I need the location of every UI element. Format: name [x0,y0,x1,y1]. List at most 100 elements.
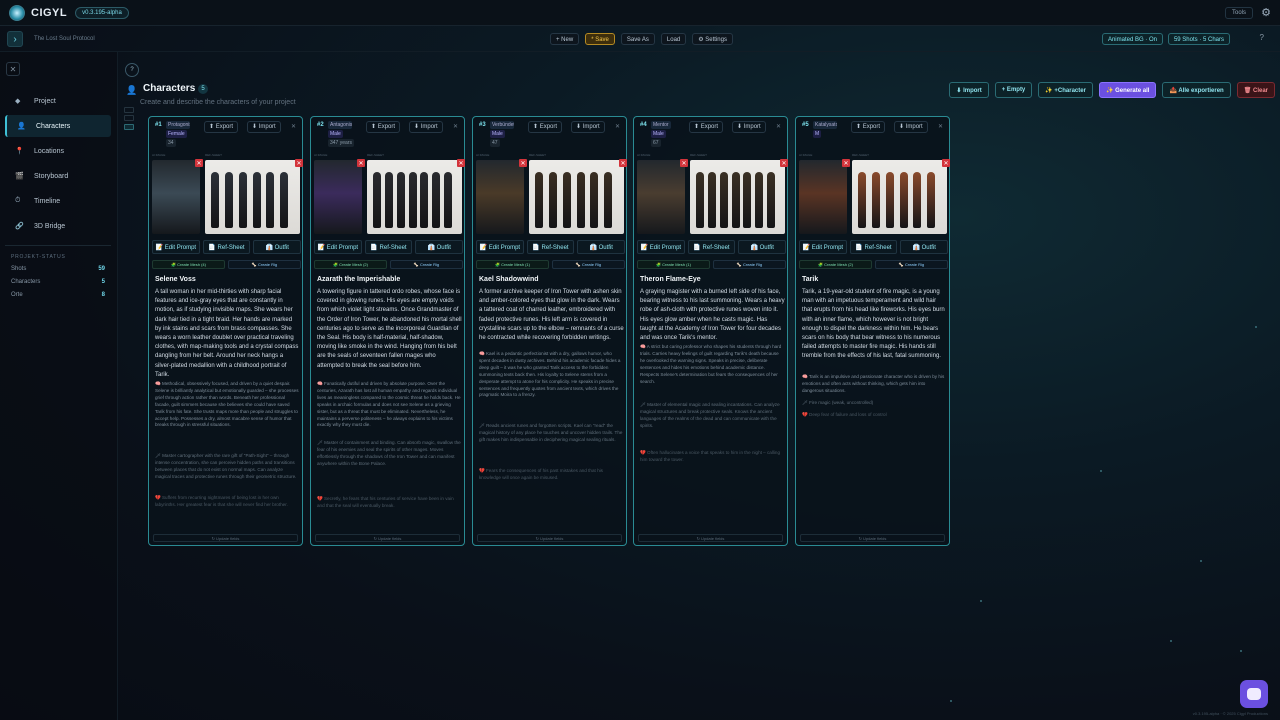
outfit-button[interactable]: 👔 Outfit [253,240,302,254]
edit-prompt-button[interactable]: 📝 Edit Prompt [637,240,685,254]
reference-sheet-image[interactable]: ✕ [852,159,950,234]
character-portrait[interactable]: ✕ [314,159,365,234]
delete-ref-icon[interactable]: ✕ [295,159,303,167]
age-badge[interactable]: 47 [490,139,500,147]
view-toggle-b[interactable] [124,115,134,121]
update-fields-button[interactable]: ↻ Update fields [477,534,622,542]
tools-button[interactable]: Tools [1224,7,1253,19]
role-badge[interactable]: Verbündeter [490,121,514,129]
reference-sheet-image[interactable]: ✕ [205,159,303,234]
outfit-button[interactable]: 👔 Outfit [738,240,787,254]
character-portrait[interactable]: ✕ [799,159,850,234]
save-button[interactable]: * Save [585,33,615,45]
create-rig-button[interactable]: 🦴 Create Rig [228,260,301,269]
import-button[interactable]: ⬇ Import [732,121,766,133]
settings-button[interactable]: ⚙ Settings [692,33,733,45]
character-portrait[interactable]: ✕ [476,159,527,234]
sidebar-item-storyboard[interactable]: 🎬 Storyboard [5,165,111,187]
animated-bg-toggle[interactable]: Animated BG · On [1101,33,1163,45]
edit-prompt-button[interactable]: 📝 Edit Prompt [152,240,200,254]
character-portrait[interactable]: ✕ [152,159,203,234]
role-badge[interactable]: Antagonist [328,121,352,129]
create-mesh-button[interactable]: 🧩 Create Mesh (2) [799,260,872,269]
create-mesh-button[interactable]: 🧩 Create Mesh (1) [637,260,710,269]
export-button[interactable]: ⬆ Export [366,121,401,133]
role-badge[interactable]: Mentor [651,121,671,129]
edit-prompt-button[interactable]: 📝 Edit Prompt [799,240,847,254]
outfit-button[interactable]: 👔 Outfit [900,240,949,254]
close-icon[interactable]: ✕ [938,123,943,130]
delete-image-icon[interactable]: ✕ [195,159,203,167]
role-badge[interactable]: Protagonist [166,121,190,129]
create-rig-button[interactable]: 🦴 Create Rig [552,260,625,269]
close-icon[interactable]: ✕ [453,123,458,130]
close-icon[interactable]: ✕ [776,123,781,130]
ref-sheet-button[interactable]: 📄 Ref-Sheet [364,240,413,254]
ref-sheet-button[interactable]: 📄 Ref-Sheet [526,240,575,254]
gender-badge[interactable]: M [813,130,822,138]
gender-badge[interactable]: Male [328,130,343,138]
delete-image-icon[interactable]: ✕ [357,159,365,167]
create-rig-button[interactable]: 🦴 Create Rig [875,260,948,269]
create-rig-button[interactable]: 🦴 Create Rig [390,260,463,269]
delete-image-icon[interactable]: ✕ [842,159,850,167]
role-badge[interactable]: Katalysator [813,121,837,129]
sidebar-item-characters[interactable]: 👤 Characters [5,115,111,137]
gear-icon[interactable]: ⚙ [1261,6,1271,19]
age-badge[interactable]: 67 [651,139,661,147]
view-toggle-c[interactable] [124,124,134,130]
delete-ref-icon[interactable]: ✕ [619,159,627,167]
age-badge[interactable]: 34 [166,139,176,147]
close-icon[interactable]: ✕ [615,123,620,130]
new-button[interactable]: + New [550,33,580,45]
delete-image-icon[interactable]: ✕ [519,159,527,167]
update-fields-button[interactable]: ↻ Update fields [315,534,460,542]
age-badge[interactable]: 347 years [328,139,354,147]
gender-badge[interactable]: Female [166,130,187,138]
import-button[interactable]: ⬇ Import [894,121,928,133]
update-fields-button[interactable]: ↻ Update fields [800,534,945,542]
sidebar-item-project[interactable]: ◆ Project [5,90,111,112]
create-mesh-button[interactable]: 🧩 Create Mesh (2) [314,260,387,269]
import-button[interactable]: ⬇ Import [247,121,281,133]
delete-image-icon[interactable]: ✕ [680,159,688,167]
outfit-button[interactable]: 👔 Outfit [415,240,464,254]
edit-prompt-button[interactable]: 📝 Edit Prompt [314,240,362,254]
update-fields-button[interactable]: ↻ Update fields [153,534,298,542]
export-button[interactable]: ⬆ Export [528,121,563,133]
sidebar-item-3d-bridge[interactable]: 🔗 3D Bridge [5,215,111,237]
sidebar-item-locations[interactable]: 📍 Locations [5,140,111,162]
ref-sheet-button[interactable]: 📄 Ref-Sheet [202,240,251,254]
view-toggle-a[interactable] [124,107,134,113]
clear-button[interactable]: 🗑 Clear [1236,82,1275,98]
reference-sheet-image[interactable]: ✕ [690,159,788,234]
edit-prompt-button[interactable]: 📝 Edit Prompt [476,240,524,254]
reference-sheet-image[interactable]: ✕ [529,159,627,234]
expand-icon[interactable]: › [7,31,23,47]
update-fields-button[interactable]: ↻ Update fields [638,534,783,542]
help-icon[interactable]: ? [1260,33,1264,42]
gender-badge[interactable]: Male [651,130,666,138]
create-rig-button[interactable]: 🦴 Create Rig [713,260,786,269]
close-sidebar-icon[interactable]: ✕ [6,62,20,76]
help-button[interactable]: ? [125,63,139,77]
export-button[interactable]: ⬆ Export [689,121,724,133]
save-as-button[interactable]: Save As [620,33,655,45]
assistant-chat-button[interactable] [1240,680,1268,708]
create-mesh-button[interactable]: 🧩 Create Mesh (1) [476,260,549,269]
delete-ref-icon[interactable]: ✕ [942,159,950,167]
import-button[interactable]: ⬇ Import [949,82,989,98]
gender-badge[interactable]: Male [490,130,505,138]
create-mesh-button[interactable]: 🧩 Create Mesh (4) [152,260,225,269]
add-character-button[interactable]: ✨ +Character [1038,82,1093,98]
import-button[interactable]: ⬇ Import [409,121,443,133]
delete-ref-icon[interactable]: ✕ [780,159,788,167]
outfit-button[interactable]: 👔 Outfit [577,240,626,254]
generate-all-button[interactable]: ✨ Generate all [1098,82,1157,98]
close-icon[interactable]: ✕ [291,123,296,130]
import-button[interactable]: ⬇ Import [571,121,605,133]
reference-sheet-image[interactable]: ✕ [367,159,465,234]
export-button[interactable]: ⬆ Export [851,121,886,133]
ref-sheet-button[interactable]: 📄 Ref-Sheet [687,240,736,254]
export-all-button[interactable]: 📤 Alle exportieren [1162,82,1231,98]
